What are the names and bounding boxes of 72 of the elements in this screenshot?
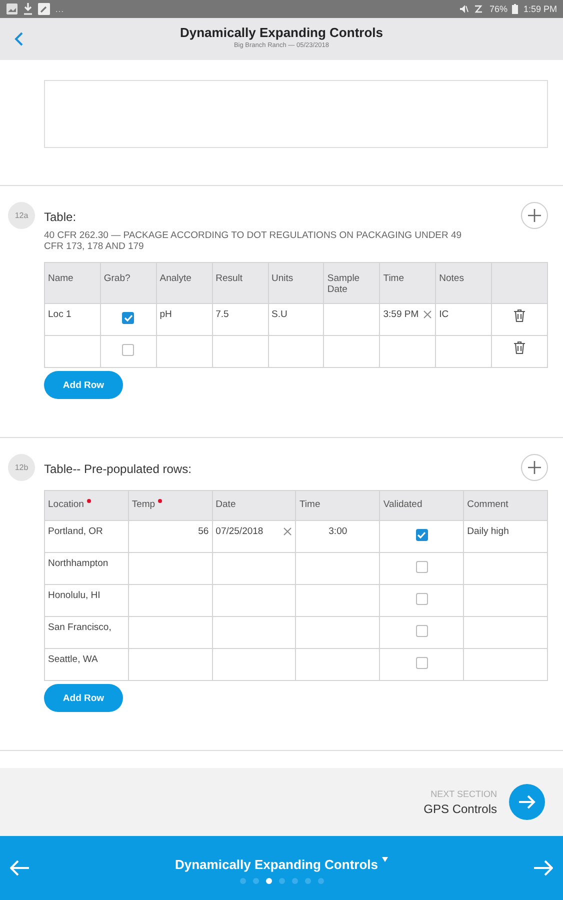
section-description: 40 CFR 262.30 — PACKAGE ACCORDING TO DOT REGULATIONS ON PACKAGING UNDER 49 CFR 173, 178 AND 179 <box>44 230 463 252</box>
table-cell[interactable]: 3:00 <box>296 520 380 552</box>
checkbox[interactable] <box>122 344 134 356</box>
forward-arrow-icon[interactable] <box>533 860 553 876</box>
page-dot[interactable] <box>304 878 310 884</box>
section-title: Table-- Pre-populated rows: <box>44 462 192 476</box>
page-dot[interactable] <box>318 878 324 884</box>
clear-icon[interactable] <box>423 310 432 319</box>
page-dot[interactable] <box>252 878 258 884</box>
text-area-field[interactable] <box>44 80 548 148</box>
download-icon <box>23 3 33 15</box>
checkbox[interactable] <box>416 593 428 605</box>
notification-overflow: … <box>55 4 64 14</box>
column-header: Time <box>380 262 436 304</box>
table-cell[interactable]: pH <box>156 304 212 336</box>
checkbox[interactable] <box>416 657 428 669</box>
cell-value[interactable]: 07/25/2018 <box>216 526 264 537</box>
status-time: 1:59 PM <box>523 4 557 14</box>
column-header: Time <box>296 490 380 520</box>
battery-icon <box>512 4 518 14</box>
column-header: Analyte <box>156 262 212 304</box>
next-section-title: GPS Controls <box>424 802 497 816</box>
table-cell[interactable]: 7.5 <box>212 304 268 336</box>
column-header: Temp <box>132 499 156 510</box>
trash-icon[interactable] <box>514 309 525 322</box>
next-arrow-button[interactable] <box>509 784 545 820</box>
column-header: Location <box>48 499 84 510</box>
page-dot[interactable] <box>266 878 272 884</box>
page-dot[interactable] <box>240 878 246 884</box>
section-number-badge: 12b <box>8 454 35 481</box>
battery-percent: 76% <box>489 4 508 14</box>
column-header: Notes <box>436 262 492 304</box>
table-cell[interactable]: Portland, OR <box>44 520 128 552</box>
check-icon <box>417 531 426 539</box>
checkbox[interactable] <box>416 625 428 637</box>
back-arrow-icon[interactable] <box>10 860 30 876</box>
edit-icon <box>38 3 50 15</box>
check-icon <box>124 314 133 322</box>
checkbox[interactable] <box>416 529 428 541</box>
trash-icon[interactable] <box>514 341 525 354</box>
table-cell[interactable]: Honolulu, HI <box>44 584 128 616</box>
column-header: Result <box>212 262 268 304</box>
section-title: Table: <box>44 210 78 224</box>
checkbox[interactable] <box>416 561 428 573</box>
table-cell[interactable]: 56 <box>128 520 212 552</box>
table-cell[interactable]: Seattle, WA <box>44 648 128 680</box>
clear-icon[interactable] <box>283 527 292 536</box>
column-header: Comment <box>464 490 548 520</box>
column-header: Units <box>268 262 324 304</box>
column-header: Date <box>212 490 296 520</box>
screen-title: Dynamically Expanding Controls <box>180 25 383 40</box>
table-cell[interactable]: Loc 1 <box>44 304 100 336</box>
page-dot[interactable] <box>278 878 284 884</box>
table-cell[interactable]: San Francisco, <box>44 616 128 648</box>
mute-icon <box>459 4 470 14</box>
next-section-label: NEXT SECTION <box>430 788 497 798</box>
page-dot[interactable] <box>292 878 298 884</box>
column-header: Sample Date <box>324 262 380 304</box>
table-cell[interactable]: IC <box>436 304 492 336</box>
column-header: Validated <box>380 490 464 520</box>
table-cell[interactable]: Daily high <box>464 520 548 552</box>
checkbox[interactable] <box>122 312 134 324</box>
column-header: Grab? <box>100 262 156 304</box>
add-icon[interactable] <box>521 454 548 481</box>
back-icon[interactable] <box>14 32 24 46</box>
dropdown-icon <box>382 856 388 862</box>
table-cell[interactable]: Northhampton <box>44 552 128 584</box>
image-icon <box>6 3 18 15</box>
column-header: Name <box>44 262 100 304</box>
table-cell[interactable]: S.U <box>268 304 324 336</box>
section-number-badge: 12a <box>8 202 35 229</box>
add-icon[interactable] <box>521 202 548 229</box>
